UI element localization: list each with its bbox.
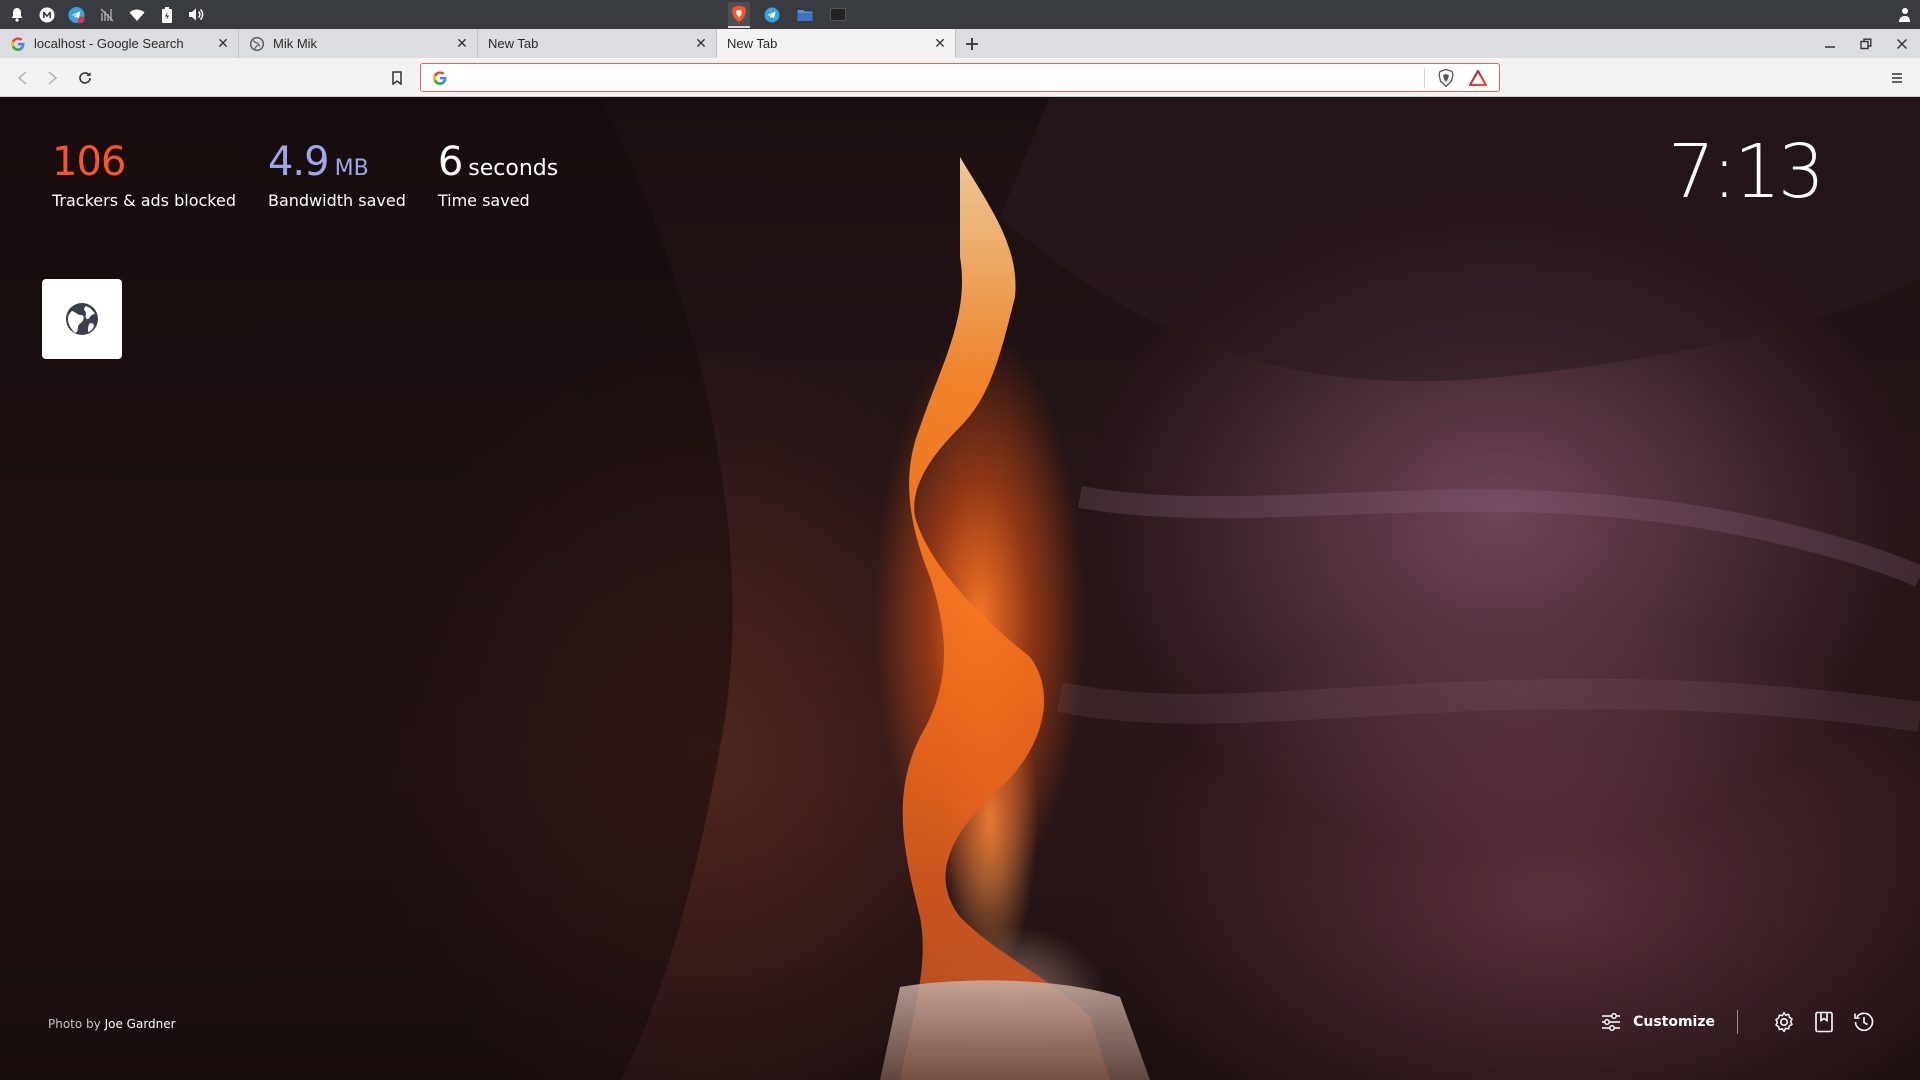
tab-title: Mik Mik xyxy=(273,36,318,51)
telegram-icon[interactable] xyxy=(68,6,85,23)
brave-shields-icon[interactable] xyxy=(1435,67,1457,89)
time-unit: seconds xyxy=(468,156,559,181)
folder-task-icon[interactable] xyxy=(794,2,816,28)
close-icon[interactable]: ✕ xyxy=(455,35,469,51)
back-arrow-icon xyxy=(17,71,27,85)
google-favicon-icon xyxy=(10,36,26,52)
history-icon[interactable] xyxy=(1852,1010,1876,1034)
system-tray-left xyxy=(0,0,205,29)
terminal-task-icon[interactable] xyxy=(827,2,849,28)
customize-label: Customize xyxy=(1633,1014,1715,1030)
address-input[interactable] xyxy=(448,65,1424,90)
close-icon xyxy=(1896,38,1908,49)
photo-credit: Photo by Joe Gardner xyxy=(48,1017,176,1031)
user-icon[interactable] xyxy=(1895,6,1912,23)
system-bar xyxy=(0,0,1920,29)
tab-mik-mik[interactable]: Mik Mik ✕ xyxy=(239,29,478,58)
close-window-button[interactable] xyxy=(1892,34,1912,54)
window-controls xyxy=(1820,29,1912,58)
tab-strip: localhost - Google Search ✕ Mik Mik ✕ Ne… xyxy=(0,29,1920,58)
google-search-engine-icon xyxy=(432,70,448,86)
divider xyxy=(1737,1010,1738,1034)
time-value: 6 xyxy=(437,139,463,185)
restore-icon xyxy=(1860,38,1872,49)
bandwidth-unit: MB xyxy=(334,156,369,181)
telegram-task-icon[interactable] xyxy=(761,2,783,28)
minimize-icon xyxy=(1825,45,1835,48)
sliders-icon xyxy=(1602,1013,1621,1031)
globe-icon xyxy=(66,303,98,335)
network-off-icon[interactable] xyxy=(98,6,115,23)
system-tray-right xyxy=(1895,0,1912,29)
reload-icon xyxy=(79,72,91,84)
volume-icon[interactable] xyxy=(188,6,205,23)
back-button[interactable] xyxy=(11,67,33,89)
bandwidth-label: Bandwidth saved xyxy=(267,191,406,210)
plus-icon xyxy=(966,37,978,50)
hamburger-icon xyxy=(1892,73,1902,83)
photo-credit-author[interactable]: Joe Gardner xyxy=(105,1017,176,1031)
tab-localhost-google-search[interactable]: localhost - Google Search ✕ xyxy=(0,29,239,58)
divider xyxy=(1424,67,1425,88)
brave-stats: 106 Trackers & ads blocked 4.9 MB Bandwi… xyxy=(52,139,558,210)
tab-new-tab-active[interactable]: New Tab ✕ xyxy=(717,29,956,58)
brave-task-icon[interactable] xyxy=(728,1,750,28)
trackers-stat: 106 Trackers & ads blocked xyxy=(52,139,236,210)
time-stat: 6 seconds Time saved xyxy=(438,139,558,210)
bookmark-icon xyxy=(392,71,402,85)
restore-button[interactable] xyxy=(1856,34,1876,54)
main-menu-button[interactable] xyxy=(1886,67,1908,89)
mail-icon[interactable] xyxy=(38,6,55,23)
taskbar xyxy=(728,0,849,29)
bell-icon[interactable] xyxy=(8,6,25,23)
address-bar xyxy=(420,63,1500,92)
photo-credit-prefix: Photo by xyxy=(48,1017,101,1031)
wifi-icon[interactable] xyxy=(128,6,145,23)
bandwidth-value: 4.9 xyxy=(267,139,330,185)
ntp-actions: Customize xyxy=(1601,1009,1876,1035)
browser-toolbar xyxy=(0,58,1920,97)
minimize-button[interactable] xyxy=(1820,34,1840,54)
tab-title: New Tab xyxy=(727,36,778,51)
bookmarks-icon[interactable] xyxy=(1812,1010,1836,1034)
globe-favicon-icon xyxy=(249,36,265,52)
time-label: Time saved xyxy=(437,191,530,210)
close-icon[interactable]: ✕ xyxy=(933,35,947,51)
top-site-tile[interactable] xyxy=(42,279,122,359)
close-icon[interactable]: ✕ xyxy=(216,35,230,51)
tab-title: New Tab xyxy=(488,36,539,51)
battery-icon[interactable] xyxy=(158,6,175,23)
close-icon[interactable]: ✕ xyxy=(694,35,708,51)
tab-new-tab[interactable]: New Tab ✕ xyxy=(478,29,717,58)
forward-arrow-icon xyxy=(48,71,58,85)
forward-button[interactable] xyxy=(42,67,64,89)
customize-button[interactable]: Customize xyxy=(1601,1013,1715,1031)
new-tab-button[interactable] xyxy=(956,29,988,58)
settings-gear-icon[interactable] xyxy=(1772,1010,1796,1034)
new-tab-page: 106 Trackers & ads blocked 4.9 MB Bandwi… xyxy=(0,97,1920,1080)
brave-rewards-icon[interactable] xyxy=(1467,67,1489,89)
bandwidth-stat: 4.9 MB Bandwidth saved xyxy=(268,139,406,210)
trackers-count: 106 xyxy=(52,139,126,185)
background-image xyxy=(0,97,1920,1080)
trackers-label: Trackers & ads blocked xyxy=(52,191,236,210)
bookmark-button[interactable] xyxy=(386,67,408,89)
reload-button[interactable] xyxy=(74,67,96,89)
tab-title: localhost - Google Search xyxy=(34,36,184,51)
clock: 7:13 xyxy=(1667,129,1825,215)
